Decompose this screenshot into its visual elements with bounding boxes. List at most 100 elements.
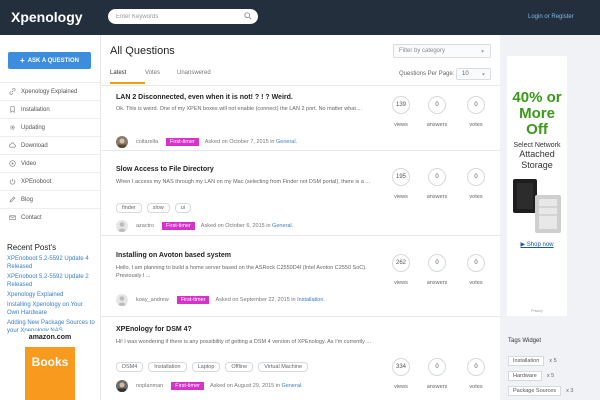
avatar[interactable] bbox=[116, 220, 128, 232]
per-page-select[interactable]: 10 bbox=[456, 68, 491, 80]
tag-chip[interactable]: Installation bbox=[148, 362, 187, 372]
answers-stat: 0 answers bbox=[426, 168, 448, 200]
site-brand[interactable]: Xpenology bbox=[11, 9, 83, 25]
answers-label: answers bbox=[426, 384, 448, 390]
sidebar-item-blog[interactable]: Blog bbox=[0, 190, 100, 208]
question-title[interactable]: Installing on Avoton based system bbox=[116, 252, 231, 259]
tag-widget-name[interactable]: Package Sources bbox=[508, 386, 562, 396]
recent-posts-list: XPEnoboot 5.2-5592 Update 4 Released XPE… bbox=[7, 255, 95, 337]
sidebar-item-xpenoboot[interactable]: XPEnoboot bbox=[0, 172, 100, 190]
recent-post-link[interactable]: XPEnoboot 5.2-5592 Update 2 Released bbox=[7, 273, 95, 289]
avatar[interactable] bbox=[116, 136, 128, 148]
votes-stat: 0 votes bbox=[465, 254, 487, 286]
views-label: views bbox=[394, 280, 408, 286]
pencil-icon bbox=[8, 196, 16, 204]
ask-question-button[interactable]: + ASK A QUESTION bbox=[8, 52, 91, 69]
tag-chip[interactable]: finder bbox=[116, 203, 142, 213]
tag-chip[interactable]: Offline bbox=[225, 362, 254, 372]
question-title[interactable]: XPEnology for DSM 4? bbox=[116, 326, 192, 333]
search-box[interactable] bbox=[108, 9, 258, 24]
question-user[interactable]: noplanman bbox=[136, 383, 163, 389]
tag-chip[interactable]: Laptop bbox=[191, 362, 221, 372]
tag-chip[interactable]: ui bbox=[174, 203, 192, 213]
sidebar-item-installation[interactable]: Installation bbox=[0, 100, 100, 118]
votes-count: 0 bbox=[467, 358, 485, 376]
power-icon bbox=[8, 178, 16, 186]
avatar[interactable] bbox=[116, 380, 128, 392]
question-title[interactable]: LAN 2 Disconnected, even when it is not!… bbox=[116, 94, 293, 101]
views-count: 334 bbox=[392, 358, 410, 376]
nas-device-image bbox=[511, 177, 563, 235]
question-excerpt: Ok. This is weird. One of my XPEN boxes … bbox=[116, 106, 362, 112]
question-category-link[interactable]: General. bbox=[282, 383, 303, 389]
category-filter-select[interactable]: Filter by category bbox=[393, 44, 491, 58]
per-page-value: 10 bbox=[462, 71, 469, 77]
question-category-link[interactable]: General. bbox=[272, 223, 293, 229]
sidebar-item-video[interactable]: Video bbox=[0, 154, 100, 172]
amazon-books-ad[interactable]: amazon.com Books bbox=[25, 331, 75, 400]
auth-links: Login or Register bbox=[528, 14, 574, 20]
ad-headline: 40% or More Off bbox=[512, 89, 562, 138]
question-asked-date: Asked on October 7, 2015 in bbox=[204, 139, 275, 145]
question-user[interactable]: coltarella bbox=[136, 139, 158, 145]
answers-stat: 0 answers bbox=[426, 358, 448, 390]
sidebar-item-xpenology-explained[interactable]: Xpenology Explained bbox=[0, 82, 100, 100]
votes-stat: 0 votes bbox=[465, 358, 487, 390]
answers-label: answers bbox=[426, 122, 448, 128]
sidebar-item-label: Installation bbox=[21, 106, 50, 113]
video-icon bbox=[8, 160, 16, 168]
votes-label: votes bbox=[469, 384, 483, 390]
sidebar-item-download[interactable]: Download bbox=[0, 136, 100, 154]
page-title: All Questions bbox=[110, 45, 175, 57]
tag-widget-name[interactable]: Hardware bbox=[508, 371, 542, 381]
tab-latest[interactable]: Latest bbox=[110, 70, 145, 84]
tag-chip[interactable]: DSM4 bbox=[116, 362, 144, 372]
tag-chip[interactable]: slow bbox=[146, 203, 170, 213]
ad-select-text: Select Network bbox=[513, 142, 561, 149]
register-link[interactable]: Register bbox=[551, 14, 573, 20]
ad-attached-text: Attached Storage bbox=[519, 149, 555, 170]
votes-stat: 0 votes bbox=[465, 96, 487, 128]
recent-post-link[interactable]: Installing Xpenology on Your Own Hardwar… bbox=[7, 301, 95, 317]
or-text: or bbox=[544, 14, 550, 20]
answers-label: answers bbox=[426, 194, 448, 200]
tag-widget-item: Installation x 5 bbox=[508, 356, 557, 366]
user-badge: First-timer bbox=[166, 138, 199, 146]
recent-post-link[interactable]: XPEnoboot 5.2-5592 Update 4 Released bbox=[7, 255, 95, 271]
votes-count: 0 bbox=[467, 254, 485, 272]
question-asked-date: Asked on September 22, 2015 in bbox=[215, 297, 296, 303]
question-category-link[interactable]: General. bbox=[276, 139, 297, 145]
search-icon[interactable] bbox=[244, 12, 252, 20]
question-tabs: Latest Votes Unanswered bbox=[110, 70, 217, 84]
question-title[interactable]: Slow Access to File Directory bbox=[116, 166, 214, 173]
avatar[interactable] bbox=[116, 294, 128, 306]
sidebar-item-updating[interactable]: Updating bbox=[0, 118, 100, 136]
storage-ad[interactable]: 40% or More Off Select Network Attached … bbox=[507, 56, 567, 316]
sidebar-item-label: Updating bbox=[21, 124, 46, 131]
link-icon bbox=[8, 88, 16, 96]
login-link[interactable]: Login bbox=[528, 14, 543, 20]
question-row: LAN 2 Disconnected, even when it is not!… bbox=[101, 86, 501, 151]
question-meta: noplanman First-timer Asked on August 29… bbox=[116, 380, 303, 392]
ad-privacy-link[interactable]: Privacy bbox=[507, 309, 567, 313]
top-navbar: Xpenology Login or Register bbox=[0, 0, 600, 35]
sidebar-item-contact[interactable]: Contact bbox=[0, 208, 100, 226]
answers-count: 0 bbox=[428, 358, 446, 376]
recent-post-link[interactable]: Xpenology Explained bbox=[7, 291, 95, 299]
search-input[interactable] bbox=[116, 11, 236, 22]
votes-label: votes bbox=[469, 280, 483, 286]
user-badge: First-timer bbox=[176, 296, 210, 304]
answers-label: answers bbox=[426, 280, 448, 286]
tag-widget-item: Hardware x 5 bbox=[508, 371, 554, 381]
tag-chip[interactable]: Virtual Machine bbox=[258, 362, 309, 372]
question-user[interactable]: azactro bbox=[136, 223, 154, 229]
views-stat: 139 views bbox=[390, 96, 412, 128]
tag-widget-count: x 3 bbox=[566, 388, 574, 394]
tag-widget-name[interactable]: Installation bbox=[508, 356, 545, 366]
question-category-link[interactable]: Installation. bbox=[297, 297, 325, 303]
shop-now-link[interactable]: ▶ Shop now bbox=[507, 241, 567, 248]
question-user[interactable]: koay_andrew bbox=[136, 297, 169, 303]
question-tags: finder slow ui bbox=[116, 203, 192, 213]
tab-votes[interactable]: Votes bbox=[145, 70, 177, 84]
tab-unanswered[interactable]: Unanswered bbox=[177, 70, 217, 84]
